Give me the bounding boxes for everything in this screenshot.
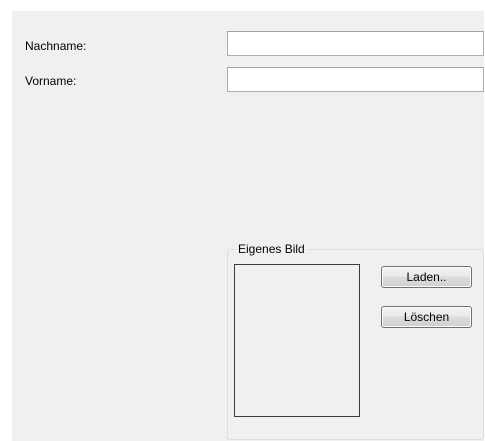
firstname-input[interactable]	[227, 67, 484, 92]
lastname-label: Nachname:	[25, 39, 87, 53]
lastname-input[interactable]	[227, 31, 484, 56]
load-picture-button[interactable]: Laden..	[381, 266, 472, 288]
delete-picture-button[interactable]: Löschen	[381, 306, 472, 328]
picture-preview	[234, 264, 360, 417]
picture-groupbox-title: Eigenes Bild	[235, 242, 308, 256]
firstname-label: Vorname:	[25, 74, 77, 88]
